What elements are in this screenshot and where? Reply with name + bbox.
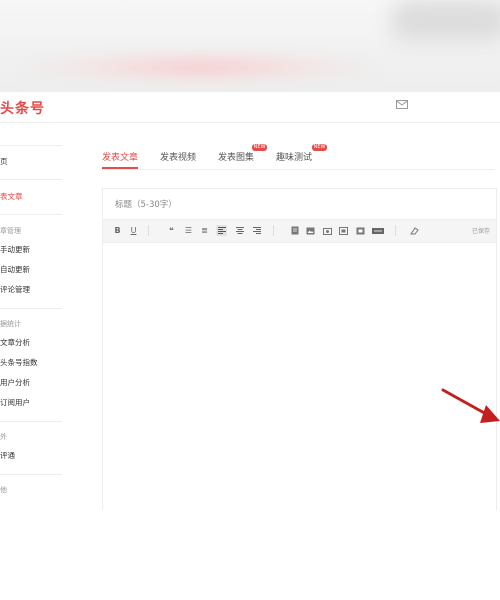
sidebar-item-user-analysis[interactable]: 用户分析 <box>0 373 62 393</box>
file-icon[interactable] <box>289 225 300 236</box>
sidebar-divider <box>0 308 62 309</box>
sidebar-divider <box>0 214 62 215</box>
sidebar-item-publish-article[interactable]: 表文章 <box>0 187 62 207</box>
toolbar-separator <box>273 225 274 236</box>
toolbar-separator <box>148 225 149 236</box>
title-input[interactable] <box>115 198 485 212</box>
sidebar-item-article-analysis[interactable]: 文章分析 <box>0 333 62 353</box>
sidebar-divider <box>0 474 62 475</box>
sidebar-item-home[interactable]: 页 <box>0 152 62 172</box>
gallery-icon[interactable] <box>322 225 333 236</box>
red-arrow-icon <box>441 388 500 423</box>
sidebar-heading-article-management: 章管理 <box>0 227 21 235</box>
main-content: 发表文章 发表视频 发表图集 NEW 趣味测试 NEW B U ❝ ☰ ≣ <box>102 143 497 520</box>
align-left-icon[interactable] <box>216 225 227 236</box>
align-right-icon[interactable] <box>251 225 262 236</box>
publish-tabs: 发表文章 发表视频 发表图集 NEW 趣味测试 NEW <box>102 143 495 170</box>
new-badge: NEW <box>312 144 327 151</box>
banner-glow <box>20 50 380 84</box>
sidebar-item-comment-management[interactable]: 评论管理 <box>0 280 62 300</box>
sidebar-heading-other: 他 <box>0 486 7 494</box>
underline-icon[interactable]: U <box>128 225 139 236</box>
numbered-list-icon[interactable]: ≣ <box>199 225 210 236</box>
editor-body[interactable] <box>103 242 496 517</box>
sidebar-divider <box>0 145 62 146</box>
sidebar-item-subscribers[interactable]: 订阅用户 <box>0 393 62 413</box>
bulleted-list-icon[interactable]: ☰ <box>183 225 194 236</box>
logo-text[interactable]: 头条号 <box>0 98 45 118</box>
tab-label: 发表文章 <box>102 153 139 163</box>
tab-publish-gallery[interactable]: 发表图集 NEW <box>218 144 267 168</box>
tab-label: 发表图集 <box>218 153 255 163</box>
blurred-banner <box>0 0 500 92</box>
lower-blank-area <box>0 510 500 600</box>
tab-label: 趣味测试 <box>276 153 313 163</box>
tab-publish-article[interactable]: 发表文章 <box>102 148 139 169</box>
video-icon[interactable] <box>338 225 349 236</box>
sidebar-item-auto-update[interactable]: 自动更新 <box>0 260 62 280</box>
quote-icon[interactable]: ❝ <box>166 225 177 236</box>
mail-icon[interactable] <box>396 100 408 109</box>
sidebar: 页 表文章 章管理 手动更新 自动更新 评论管理 据统计 文章分析 头条号指数 … <box>0 145 62 499</box>
sidebar-item-ping-tong[interactable]: 评通 <box>0 446 62 466</box>
align-center-icon[interactable] <box>234 225 245 236</box>
music-icon[interactable] <box>355 225 366 236</box>
toolbar-separator <box>395 225 396 236</box>
sidebar-heading-extra: 外 <box>0 433 7 441</box>
article-editor: B U ❝ ☰ ≣ <box>102 188 497 520</box>
bold-icon[interactable]: B <box>112 225 123 236</box>
sidebar-divider <box>0 179 62 180</box>
tab-publish-video[interactable]: 发表视频 <box>160 148 196 168</box>
sidebar-item-manual-update[interactable]: 手动更新 <box>0 240 62 260</box>
autosave-status: 已保存 <box>471 228 490 235</box>
tab-fun-quiz[interactable]: 趣味测试 NEW <box>276 144 327 168</box>
new-badge: NEW <box>252 144 267 151</box>
top-header: 头条号 <box>0 92 500 123</box>
banner-shadow <box>390 0 500 40</box>
image-icon[interactable] <box>305 225 316 236</box>
sidebar-item-toutiao-index[interactable]: 头条号指数 <box>0 353 62 373</box>
clear-format-icon[interactable] <box>409 225 420 236</box>
tab-label: 发表视频 <box>160 153 197 163</box>
sidebar-divider <box>0 421 62 422</box>
vote-icon[interactable] <box>371 225 385 236</box>
editor-toolbar: B U ❝ ☰ ≣ 已保存 <box>103 219 496 243</box>
sidebar-heading-data-statistics: 据统计 <box>0 320 21 328</box>
